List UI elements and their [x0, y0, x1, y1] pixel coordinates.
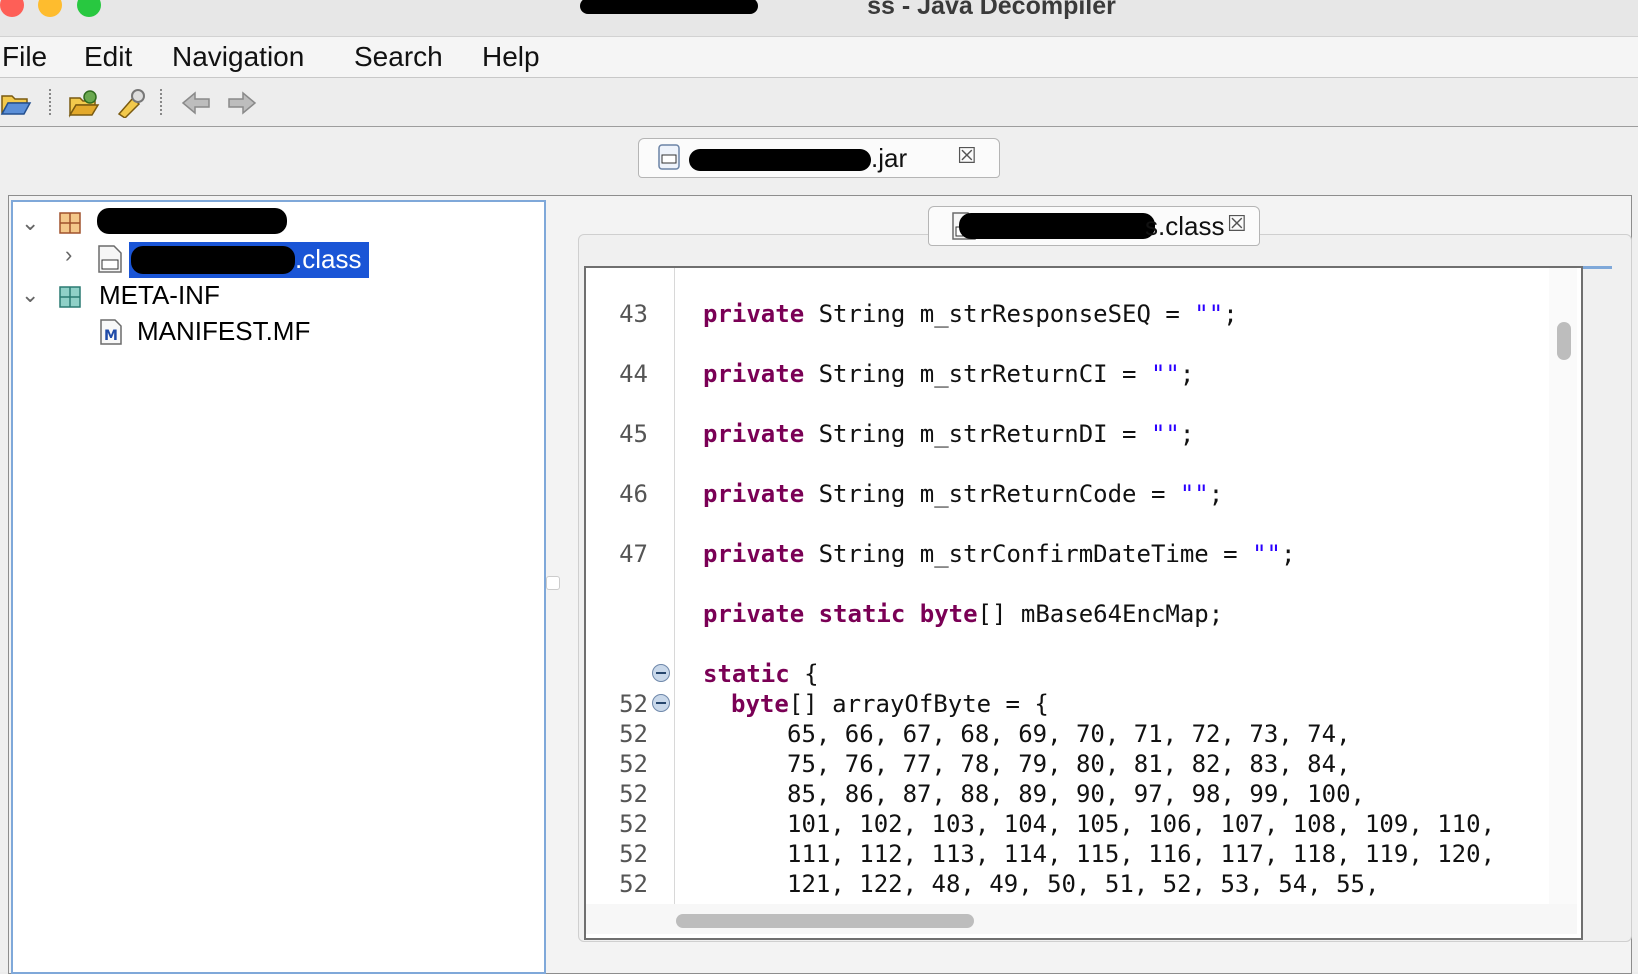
package-icon — [59, 212, 81, 234]
code-line: private String m_strConfirmDateTime = ""… — [703, 540, 1296, 568]
horizontal-scrollbar-thumb[interactable] — [676, 914, 974, 928]
line-number: 52 — [619, 780, 648, 808]
chevron-down-icon[interactable]: ⌄ — [21, 210, 39, 236]
close-icon[interactable]: ☒ — [957, 143, 977, 169]
line-number: 44 — [619, 360, 648, 388]
code-line: 121, 122, 48, 49, 50, 51, 52, 53, 54, 55… — [787, 870, 1380, 898]
line-number: 52 — [619, 810, 648, 838]
code-line: 85, 86, 87, 88, 89, 90, 97, 98, 99, 100, — [787, 780, 1365, 808]
code-line: 65, 66, 67, 68, 69, 70, 71, 72, 73, 74, — [787, 720, 1351, 748]
open-type-icon[interactable] — [68, 88, 100, 118]
line-number: 52 — [619, 750, 648, 778]
code-area[interactable]: private String m_strResponseSEQ = ""; pr… — [674, 268, 1550, 904]
line-number: 46 — [619, 480, 648, 508]
line-number: 52 — [619, 720, 648, 748]
toolbar-separator — [160, 89, 162, 115]
chevron-down-icon[interactable]: ⌄ — [21, 282, 39, 308]
tab-class-file[interactable]: s.class ☒ — [928, 206, 1260, 246]
line-number: 43 — [619, 300, 648, 328]
line-number: 47 — [619, 540, 648, 568]
back-icon[interactable] — [180, 88, 212, 118]
code-line: private static byte[] mBase64EncMap; — [703, 600, 1224, 628]
toolbar — [0, 78, 1638, 127]
window-title: ss - Java Decompiler — [867, 0, 1116, 20]
svg-text:M: M — [104, 328, 118, 344]
focus-indicator — [1582, 266, 1612, 269]
file-tree[interactable]: ⌄ › .class ⌄ META-INF M MANIFEST.MF — [11, 200, 546, 974]
line-number: 52 — [619, 840, 648, 868]
vertical-scrollbar-thumb[interactable] — [1557, 322, 1571, 360]
code-line: byte[] arrayOfByte = { — [731, 690, 1049, 718]
tree-item-class-label[interactable]: .class — [295, 244, 361, 278]
code-line: private String m_strReturnCode = ""; — [703, 480, 1224, 508]
menu-help[interactable]: Help — [482, 41, 540, 73]
class-file-icon — [98, 245, 122, 273]
tree-item-meta-inf[interactable]: META-INF — [99, 280, 220, 314]
folder-package-icon — [59, 286, 81, 308]
menu-navigation[interactable]: Navigation — [172, 41, 304, 73]
tab-class-label: s.class — [1145, 211, 1225, 241]
tree-item-manifest[interactable]: MANIFEST.MF — [137, 316, 310, 350]
line-number-gutter: 43 44 45 46 47 52 52 52 52 52 52 52 — [586, 268, 673, 904]
menu-edit[interactable]: Edit — [84, 41, 132, 73]
code-line: static { — [703, 660, 819, 688]
title-bar: ss - Java Decompiler — [0, 0, 1638, 37]
line-number: 52 — [619, 690, 648, 718]
code-line: 101, 102, 103, 104, 105, 106, 107, 108, … — [787, 810, 1496, 838]
search-icon[interactable] — [115, 88, 147, 118]
splitter-handle[interactable] — [546, 576, 560, 590]
code-line: private String m_strReturnCI = ""; — [703, 360, 1195, 388]
fold-collapse-icon[interactable] — [652, 664, 670, 682]
menu-file[interactable]: File — [2, 41, 47, 73]
open-file-icon[interactable] — [0, 88, 32, 118]
code-line: private String m_strReturnDI = ""; — [703, 420, 1195, 448]
menu-search[interactable]: Search — [354, 41, 443, 73]
close-icon[interactable]: ☒ — [1227, 211, 1247, 237]
toolbar-separator — [49, 89, 51, 115]
code-line: 75, 76, 77, 78, 79, 80, 81, 82, 83, 84, — [787, 750, 1351, 778]
redaction-mark — [97, 208, 287, 234]
tab-jar-file[interactable]: .jar ☒ — [638, 138, 1000, 178]
code-line: 111, 112, 113, 114, 115, 116, 117, 118, … — [787, 840, 1496, 868]
line-number: 52 — [619, 870, 648, 898]
fold-collapse-icon[interactable] — [652, 694, 670, 712]
redaction-mark — [131, 246, 295, 274]
forward-icon[interactable] — [226, 88, 258, 118]
vertical-scrollbar[interactable] — [1549, 268, 1577, 904]
redaction-mark — [959, 213, 1155, 239]
line-number: 45 — [619, 420, 648, 448]
menu-bar: File Edit Navigation Search Help — [0, 37, 1638, 78]
code-line: private String m_strResponseSEQ = ""; — [703, 300, 1238, 328]
jar-file-icon — [658, 144, 680, 170]
chevron-right-icon[interactable]: › — [65, 242, 72, 268]
manifest-file-icon: M — [100, 319, 122, 345]
tab-jar-label: .jar — [871, 143, 908, 173]
redaction-mark — [689, 149, 871, 171]
